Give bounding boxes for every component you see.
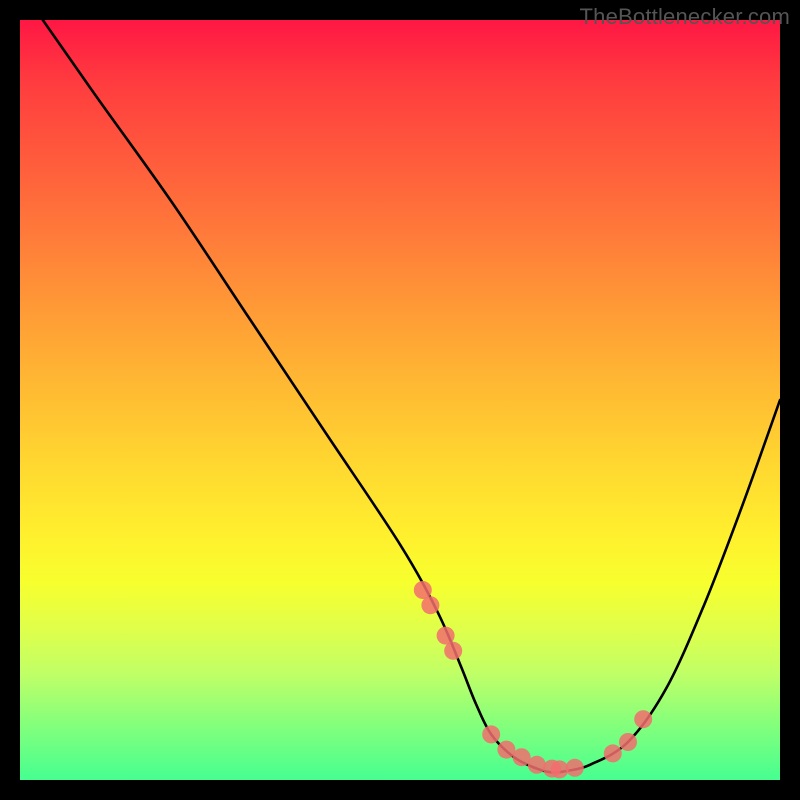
- marker-point: [634, 710, 652, 728]
- marker-point: [482, 725, 500, 743]
- bottleneck-curve: [43, 20, 780, 773]
- marker-point: [619, 733, 637, 751]
- gradient-plot-area: [20, 20, 780, 780]
- marker-point: [566, 759, 584, 777]
- watermark-text: TheBottlenecker.com: [580, 4, 790, 30]
- chart-frame: TheBottlenecker.com: [0, 0, 800, 800]
- marker-point: [528, 756, 546, 774]
- marker-point: [551, 760, 569, 778]
- marker-point: [444, 642, 462, 660]
- marker-group: [414, 581, 652, 778]
- marker-point: [421, 596, 439, 614]
- chart-svg: [20, 20, 780, 780]
- marker-point: [604, 744, 622, 762]
